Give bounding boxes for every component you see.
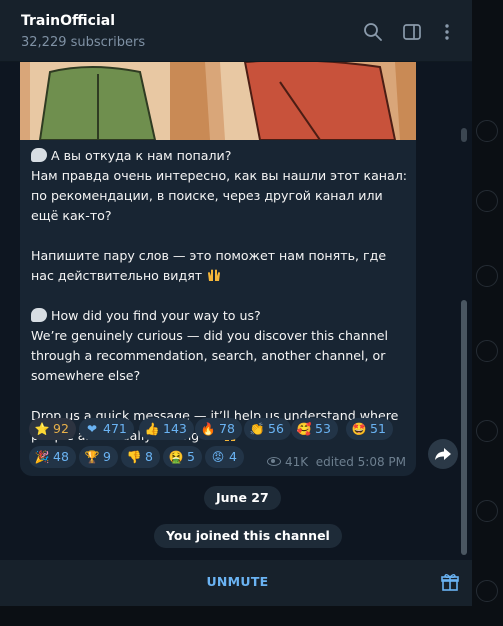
channel-post[interactable]: А вы откуда к нам попали? Нам правда оче… (20, 62, 416, 476)
speech-bubble-icon (31, 308, 47, 322)
post-text: А вы откуда к нам попали? Нам правда оче… (31, 146, 411, 446)
gift-icon[interactable] (440, 572, 460, 592)
sidebar-toggle-icon[interactable] (402, 22, 422, 42)
date-separator: June 27 (204, 486, 281, 510)
post-en-body: We’re genuinely curious — did you discov… (31, 328, 392, 383)
window-bottom-edge (0, 606, 472, 626)
channel-title[interactable]: TrainOfficial (21, 13, 115, 29)
post-en-question: How did you find your way to us? (51, 308, 261, 323)
raising-hands-icon (208, 269, 221, 281)
unmute-button[interactable]: UNMUTE (180, 574, 295, 589)
reaction-fire[interactable]: 🔥 78 (195, 418, 242, 440)
reaction-vomit[interactable]: 🤮 5 (163, 446, 202, 468)
reaction-clap[interactable]: 👏 56 (244, 418, 291, 440)
chat-wallpaper (472, 0, 503, 626)
reaction-thumbs-up[interactable]: 👍 143 (139, 418, 194, 440)
reaction-party[interactable]: 🎉 48 (29, 446, 76, 468)
share-button[interactable] (428, 439, 458, 469)
message-list[interactable]: А вы откуда к нам попали? Нам правда оче… (0, 62, 472, 560)
service-message: You joined this channel (154, 524, 342, 548)
reaction-angry[interactable]: 😡 4 (205, 446, 244, 468)
reaction-trophy[interactable]: 🏆 9 (79, 446, 118, 468)
post-illustration (20, 62, 416, 140)
reaction-star[interactable]: ⭐ 92 (29, 418, 76, 440)
subscriber-count: 32,229 subscribers (21, 35, 146, 50)
scrollbar-track[interactable] (461, 128, 467, 142)
view-count: 41K (285, 455, 309, 469)
share-icon (435, 448, 451, 460)
eye-icon (267, 457, 281, 466)
reaction-heart[interactable]: ❤ 471 (79, 418, 134, 440)
more-vertical-icon[interactable] (437, 22, 457, 42)
speech-bubble-icon (31, 148, 47, 162)
reaction-smiling-hearts[interactable]: 🥰 53 (291, 418, 338, 440)
chat-header: TrainOfficial 32,229 subscribers (0, 0, 472, 62)
bottom-bar: UNMUTE (0, 560, 472, 606)
post-ru-question: А вы откуда к нам попали? (51, 148, 232, 163)
edited-time: edited 5:08 PM (315, 455, 406, 469)
reaction-star-struck[interactable]: 🤩 51 (346, 418, 393, 440)
search-icon[interactable] (363, 22, 383, 42)
reaction-thumbs-down[interactable]: 👎 8 (121, 446, 160, 468)
post-ru-body: Нам правда очень интересно, как вы нашли… (31, 168, 412, 223)
post-meta: 41K edited 5:08 PM (267, 455, 406, 469)
scrollbar-thumb[interactable] (461, 300, 467, 555)
